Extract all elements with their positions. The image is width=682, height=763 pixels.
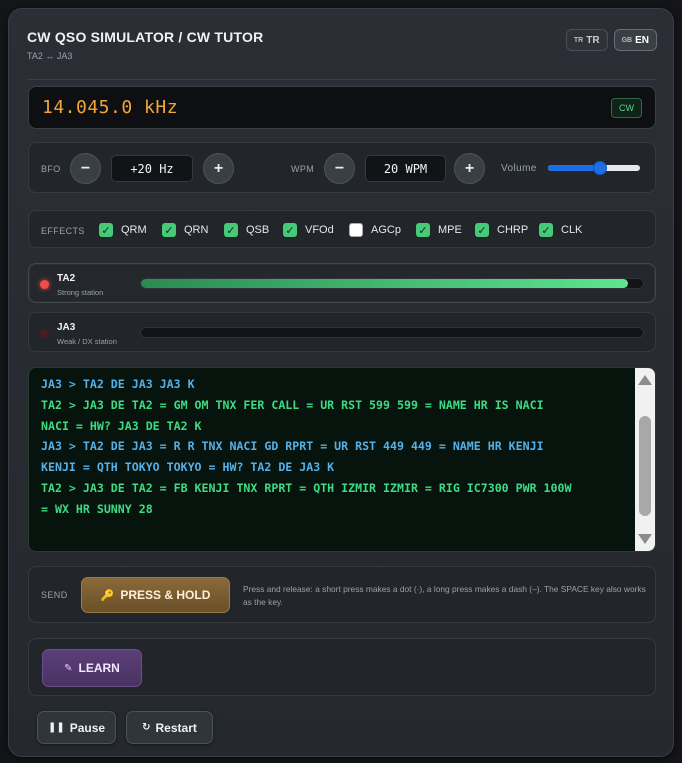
effect-checkbox[interactable]: ✓ <box>283 223 297 237</box>
wpm-label: WPM <box>291 164 315 174</box>
station-ja3: JA3 Weak / DX station <box>28 312 656 352</box>
bfo-value: +20 Hz <box>111 155 193 182</box>
effect-label: CLK <box>561 224 583 236</box>
learn-label: LEARN <box>78 661 120 675</box>
signal-meter <box>140 327 644 338</box>
effect-checkbox[interactable] <box>349 223 363 237</box>
effect-label: VFOd <box>305 224 334 236</box>
effect-checkbox[interactable]: ✓ <box>162 223 176 237</box>
signal-meter-fill <box>141 279 628 288</box>
effect-checkbox[interactable]: ✓ <box>539 223 553 237</box>
scroll-down-icon[interactable] <box>638 534 652 544</box>
lang-button-label: TR <box>586 34 600 46</box>
effect-clk[interactable]: ✓ CLK <box>539 223 582 237</box>
effect-checkbox[interactable]: ✓ <box>475 223 489 237</box>
station-idle-indicator <box>40 329 49 338</box>
volume-slider-thumb[interactable] <box>593 161 608 175</box>
restart-icon: ↻ <box>142 722 151 733</box>
page-subtitle: TA2 ↔ JA3 <box>27 51 73 61</box>
effect-qsb[interactable]: ✓ QSB <box>224 223 269 237</box>
bfo-increase-button[interactable]: + <box>203 153 234 184</box>
log-line: JA3 > TA2 DE JA3 JA3 K <box>41 377 195 391</box>
effect-agcp[interactable]: AGCp <box>349 223 401 237</box>
page-title: CW QSO SIMULATOR / CW TUTOR <box>27 29 264 45</box>
learn-button[interactable]: ✎ LEARN <box>42 649 142 687</box>
send-panel: SEND 🔑 PRESS & HOLD Press and release: a… <box>28 566 656 623</box>
effect-checkbox[interactable]: ✓ <box>99 223 113 237</box>
restart-label: Restart <box>155 720 197 735</box>
log-line: = WX HR SUNNY 28 <box>41 501 153 516</box>
effect-label: CHRP <box>497 224 529 236</box>
station-ta2: TA2 Strong station <box>28 263 656 303</box>
bfo-label: BFO <box>41 164 61 174</box>
wpm-increase-button[interactable]: + <box>454 153 485 184</box>
lang-button-tr[interactable]: TR TR <box>565 29 608 51</box>
station-description: Weak / DX station <box>57 337 117 346</box>
frequency-readout: 14.045.0 kHz <box>42 97 179 118</box>
header: CW QSO SIMULATOR / CW TUTOR TA2 ↔ JA3 TR… <box>27 29 657 71</box>
effect-chrp[interactable]: ✓ CHRP <box>475 223 528 237</box>
effects-label: EFFECTS <box>41 226 85 236</box>
gb-flag-icon: GB <box>621 36 633 44</box>
bfo-decrease-button[interactable]: − <box>70 153 101 184</box>
wpm-value: 20 WPM <box>365 155 446 182</box>
pause-button[interactable]: ❚❚ Pause <box>37 711 116 744</box>
effect-checkbox[interactable]: ✓ <box>224 223 238 237</box>
effect-qrn[interactable]: ✓ QRN <box>162 223 208 237</box>
volume-label: Volume <box>501 163 537 174</box>
header-divider <box>27 79 657 80</box>
scrollbar-thumb[interactable] <box>639 416 651 516</box>
effect-mpe[interactable]: ✓ MPE <box>416 223 462 237</box>
effect-checkbox[interactable]: ✓ <box>416 223 430 237</box>
volume-slider[interactable] <box>548 161 640 175</box>
effect-label: QSB <box>246 224 270 236</box>
effect-qrm[interactable]: ✓ QRM <box>99 223 147 237</box>
station-name: JA3 <box>57 322 76 333</box>
send-label: SEND <box>41 590 68 600</box>
effect-vfod[interactable]: ✓ VFOd <box>283 223 334 237</box>
effect-label: QRN <box>184 224 209 236</box>
app-window: CW QSO SIMULATOR / CW TUTOR TA2 ↔ JA3 TR… <box>8 8 674 757</box>
qso-log-lines: JA3 > TA2 DE JA3 JA3 K TA2 > JA3 DE TA2 =… <box>41 374 631 520</box>
lang-button-label: EN <box>635 34 649 46</box>
log-scrollbar[interactable] <box>635 368 655 551</box>
tuning-controls: BFO − +20 Hz + WPM − 20 WPM + Volume <box>28 142 656 193</box>
station-name: TA2 <box>57 273 76 284</box>
log-line: TA2 > JA3 DE TA2 = FB KENJI TNX RPRT = Q… <box>41 480 572 495</box>
language-switcher: TR TR GB EN <box>565 29 657 51</box>
log-line: KENJI = QTH TOKYO TOKYO = HW? TA2 DE JA3… <box>41 460 335 475</box>
press-and-hold-button[interactable]: 🔑 PRESS & HOLD <box>81 577 230 613</box>
qso-log[interactable]: JA3 > TA2 DE JA3 JA3 K TA2 > JA3 DE TA2 =… <box>28 367 656 552</box>
wpm-decrease-button[interactable]: − <box>324 153 355 184</box>
tr-flag-icon: TR <box>573 36 584 44</box>
learn-icon: ✎ <box>64 662 73 674</box>
frequency-display: 14.045.0 kHz CW <box>28 86 656 129</box>
log-line: JA3 > TA2 DE JA3 = R R TNX NACI GD RPRT … <box>41 439 544 454</box>
log-line: TA2 > JA3 DE TA2 = GM OM TNX FER CALL = … <box>41 397 544 412</box>
press-and-hold-label: PRESS & HOLD <box>120 588 211 602</box>
effects-panel: EFFECTS ✓ QRM ✓ QRN ✓ QSB ✓ VFOd AGCp ✓ MPE ✓ CHRP ✓ C… <box>28 210 656 248</box>
send-help-text: Press and release: a short press makes a… <box>243 584 646 607</box>
mode-badge: CW <box>611 98 642 118</box>
lang-button-en[interactable]: GB EN <box>613 29 657 51</box>
effect-label: QRM <box>121 224 147 236</box>
log-line: NACI = HW? JA3 DE TA2 K <box>41 418 202 433</box>
scroll-up-icon[interactable] <box>638 375 652 385</box>
pause-icon: ❚❚ <box>47 722 65 733</box>
signal-meter <box>140 278 644 289</box>
station-description: Strong station <box>57 288 104 297</box>
station-active-indicator <box>40 280 49 289</box>
restart-button[interactable]: ↻ Restart <box>126 711 213 744</box>
pause-label: Pause <box>69 720 106 735</box>
effect-label: AGCp <box>371 224 401 236</box>
effect-label: MPE <box>438 224 462 236</box>
key-icon: 🔑 <box>100 589 115 602</box>
learn-panel: ✎ LEARN <box>28 638 656 696</box>
